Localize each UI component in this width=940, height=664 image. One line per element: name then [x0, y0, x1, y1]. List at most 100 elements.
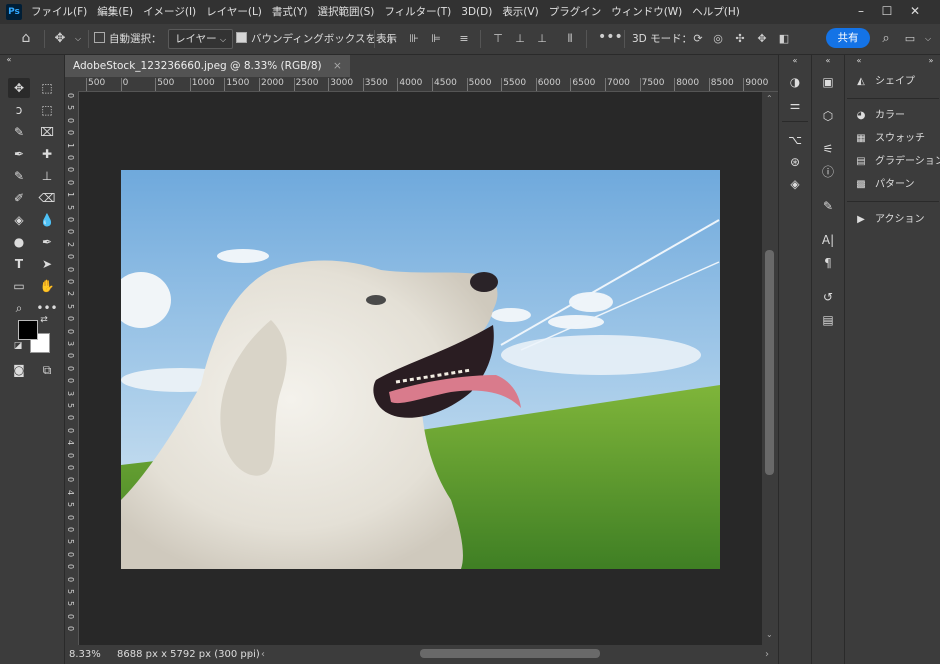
- comments-icon[interactable]: ▤: [818, 310, 838, 330]
- 3d-icon[interactable]: ⬡: [818, 106, 838, 126]
- expand-dock-icon[interactable]: »: [921, 55, 940, 67]
- quick-mask-icon[interactable]: ◙: [8, 360, 30, 380]
- panel-shapes[interactable]: ◭ シェイプ: [853, 72, 939, 92]
- zoom-level[interactable]: 8.33%: [69, 647, 101, 662]
- object-selection-tool-icon[interactable]: ⬚: [36, 100, 58, 120]
- status-menu-chevron-icon[interactable]: ›: [247, 647, 251, 662]
- panel-swatches[interactable]: ▦ スウォッチ: [853, 129, 939, 149]
- move-tool-icon[interactable]: ✥: [8, 78, 30, 98]
- brush-tool-icon[interactable]: ✎: [8, 166, 30, 186]
- ruler-corner[interactable]: [65, 77, 78, 91]
- panel-gradients[interactable]: ▤ グラデーション: [853, 152, 940, 172]
- brushes-icon[interactable]: ✎: [818, 196, 838, 216]
- scroll-down-icon[interactable]: ⌄: [766, 630, 773, 639]
- layers-icon[interactable]: ◈: [785, 174, 805, 194]
- swap-colors-icon[interactable]: ⇄: [38, 314, 50, 326]
- healing-brush-tool-icon[interactable]: ✚: [36, 144, 58, 164]
- paint-bucket-tool-icon[interactable]: ◈: [8, 210, 30, 230]
- adjustments-icon[interactable]: ◑: [785, 72, 805, 92]
- lasso-tool-icon[interactable]: ↄ: [8, 100, 30, 120]
- info-icon[interactable]: ⓘ: [818, 162, 838, 182]
- menu-3d[interactable]: 3D(D): [456, 0, 497, 24]
- menu-type[interactable]: 書式(Y): [267, 0, 313, 24]
- auto-select-dropdown[interactable]: レイヤー ⌵: [168, 24, 234, 54]
- menu-help[interactable]: ヘルプ(H): [687, 0, 745, 24]
- home-icon[interactable]: ⌂: [18, 30, 34, 46]
- zoom-tool-icon[interactable]: ⌕: [8, 298, 30, 318]
- eyedropper-tool-icon[interactable]: ✒: [8, 144, 30, 164]
- share-button[interactable]: 共有: [826, 28, 870, 48]
- menu-edit[interactable]: 編集(E): [92, 0, 138, 24]
- maximize-icon[interactable]: ☐: [874, 0, 900, 22]
- 3d-slide-icon[interactable]: ✥: [754, 31, 770, 47]
- scroll-left-icon[interactable]: ‹: [261, 647, 265, 662]
- quick-selection-tool-icon[interactable]: ✎: [8, 122, 30, 142]
- brush-settings-icon[interactable]: ⚟: [818, 139, 838, 159]
- auto-select-checkbox[interactable]: [94, 32, 105, 43]
- menu-window[interactable]: ウィンドウ(W): [606, 0, 687, 24]
- character-icon[interactable]: A|: [818, 230, 838, 250]
- collapse-dock-icon[interactable]: «: [849, 55, 869, 67]
- minimize-icon[interactable]: –: [848, 0, 874, 22]
- paths-icon[interactable]: ⌥: [785, 130, 805, 150]
- workspace-icon[interactable]: ▭: [902, 31, 918, 47]
- screen-mode-icon[interactable]: ⧉: [36, 360, 58, 380]
- blur-tool-icon[interactable]: 💧: [36, 210, 58, 230]
- vertical-scroll-thumb[interactable]: [765, 250, 774, 475]
- menu-select[interactable]: 選択範囲(S): [313, 0, 380, 24]
- menu-view[interactable]: 表示(V): [497, 0, 543, 24]
- panel-actions[interactable]: ▶ アクション: [853, 210, 939, 230]
- clone-stamp-tool-icon[interactable]: ⊥: [36, 166, 58, 186]
- collapse-toolbar-icon[interactable]: «: [2, 55, 16, 65]
- search-icon[interactable]: ⌕: [878, 31, 894, 47]
- history-brush-tool-icon[interactable]: ✐: [8, 188, 30, 208]
- more-options-icon[interactable]: •••: [598, 29, 623, 45]
- close-tab-icon[interactable]: ×: [333, 60, 342, 72]
- tool-preset-chevron-down-icon[interactable]: ⌵: [70, 31, 86, 47]
- document-tab[interactable]: AdobeStock_123236660.jpeg @ 8.33% (RGB/8…: [65, 55, 350, 77]
- close-window-icon[interactable]: ✕: [902, 0, 928, 22]
- horizontal-ruler[interactable]: 500 0 500 1000 1500 2000 2500 3000 3500 4000 4500 5…: [78, 77, 778, 92]
- 3d-scale-camera-icon[interactable]: ◧: [776, 31, 792, 47]
- scroll-right-icon[interactable]: ›: [765, 647, 769, 662]
- scroll-up-icon[interactable]: ⌃: [766, 94, 773, 103]
- 3d-pan-icon[interactable]: ✣: [732, 31, 748, 47]
- horizontal-scroll-thumb[interactable]: [420, 649, 600, 658]
- menu-filter[interactable]: フィルター(T): [379, 0, 456, 24]
- marquee-tool-icon[interactable]: ⬚: [36, 78, 58, 98]
- pen-tool-icon[interactable]: ✒: [36, 232, 58, 252]
- collapse-dock-icon[interactable]: «: [785, 55, 805, 67]
- align-bottom-icon[interactable]: ⊥: [534, 31, 550, 47]
- channels-icon[interactable]: ⊛: [785, 152, 805, 172]
- menu-image[interactable]: イメージ(I): [138, 0, 201, 24]
- hand-tool-icon[interactable]: ✋: [36, 276, 58, 296]
- menu-layer[interactable]: レイヤー(L): [201, 0, 267, 24]
- bounding-box-toggle[interactable]: バウンディングボックスを表示: [236, 24, 397, 54]
- panel-color[interactable]: ◕ カラー: [853, 106, 939, 126]
- move-tool-icon[interactable]: ✥: [52, 31, 68, 47]
- collapse-dock-icon[interactable]: «: [818, 55, 838, 67]
- document-image[interactable]: [121, 170, 720, 569]
- align-vertical-distribute-icon[interactable]: ≡: [456, 31, 472, 47]
- vertical-ruler[interactable]: 0 5 0 0 1 0 0 0 1 5 0 0 2 0 0 0 2 5 0 0 3 0 0 0 3 5 0 0 4 0 0 0 4 5 0 0 5 0 0 0…: [65, 91, 79, 645]
- rectangle-tool-icon[interactable]: ▭: [8, 276, 30, 296]
- menu-plugins[interactable]: プラグイン: [544, 0, 607, 24]
- navigator-icon[interactable]: ▣: [818, 72, 838, 92]
- 3d-orbit-icon[interactable]: ⟳: [690, 31, 706, 47]
- 3d-roll-icon[interactable]: ◎: [710, 31, 726, 47]
- dodge-tool-icon[interactable]: ●: [8, 232, 30, 252]
- auto-select-toggle[interactable]: 自動選択：: [94, 24, 162, 54]
- history-icon[interactable]: ↺: [818, 287, 838, 307]
- crop-tool-icon[interactable]: ⌧: [36, 122, 58, 142]
- distribute-horizontal-icon[interactable]: ⫴: [562, 31, 578, 47]
- paragraph-icon[interactable]: ¶: [818, 253, 838, 273]
- type-tool-icon[interactable]: T: [8, 254, 30, 274]
- bounding-box-checkbox[interactable]: [236, 32, 247, 43]
- default-colors-icon[interactable]: ◪: [12, 340, 24, 352]
- path-selection-tool-icon[interactable]: ➤: [36, 254, 58, 274]
- align-vertical-center-icon[interactable]: ⊥: [512, 31, 528, 47]
- align-horizontal-center-icon[interactable]: ⊪: [406, 31, 422, 47]
- menu-file[interactable]: ファイル(F): [26, 0, 92, 24]
- eraser-tool-icon[interactable]: ⌫: [36, 188, 58, 208]
- align-top-icon[interactable]: ⊤: [490, 31, 506, 47]
